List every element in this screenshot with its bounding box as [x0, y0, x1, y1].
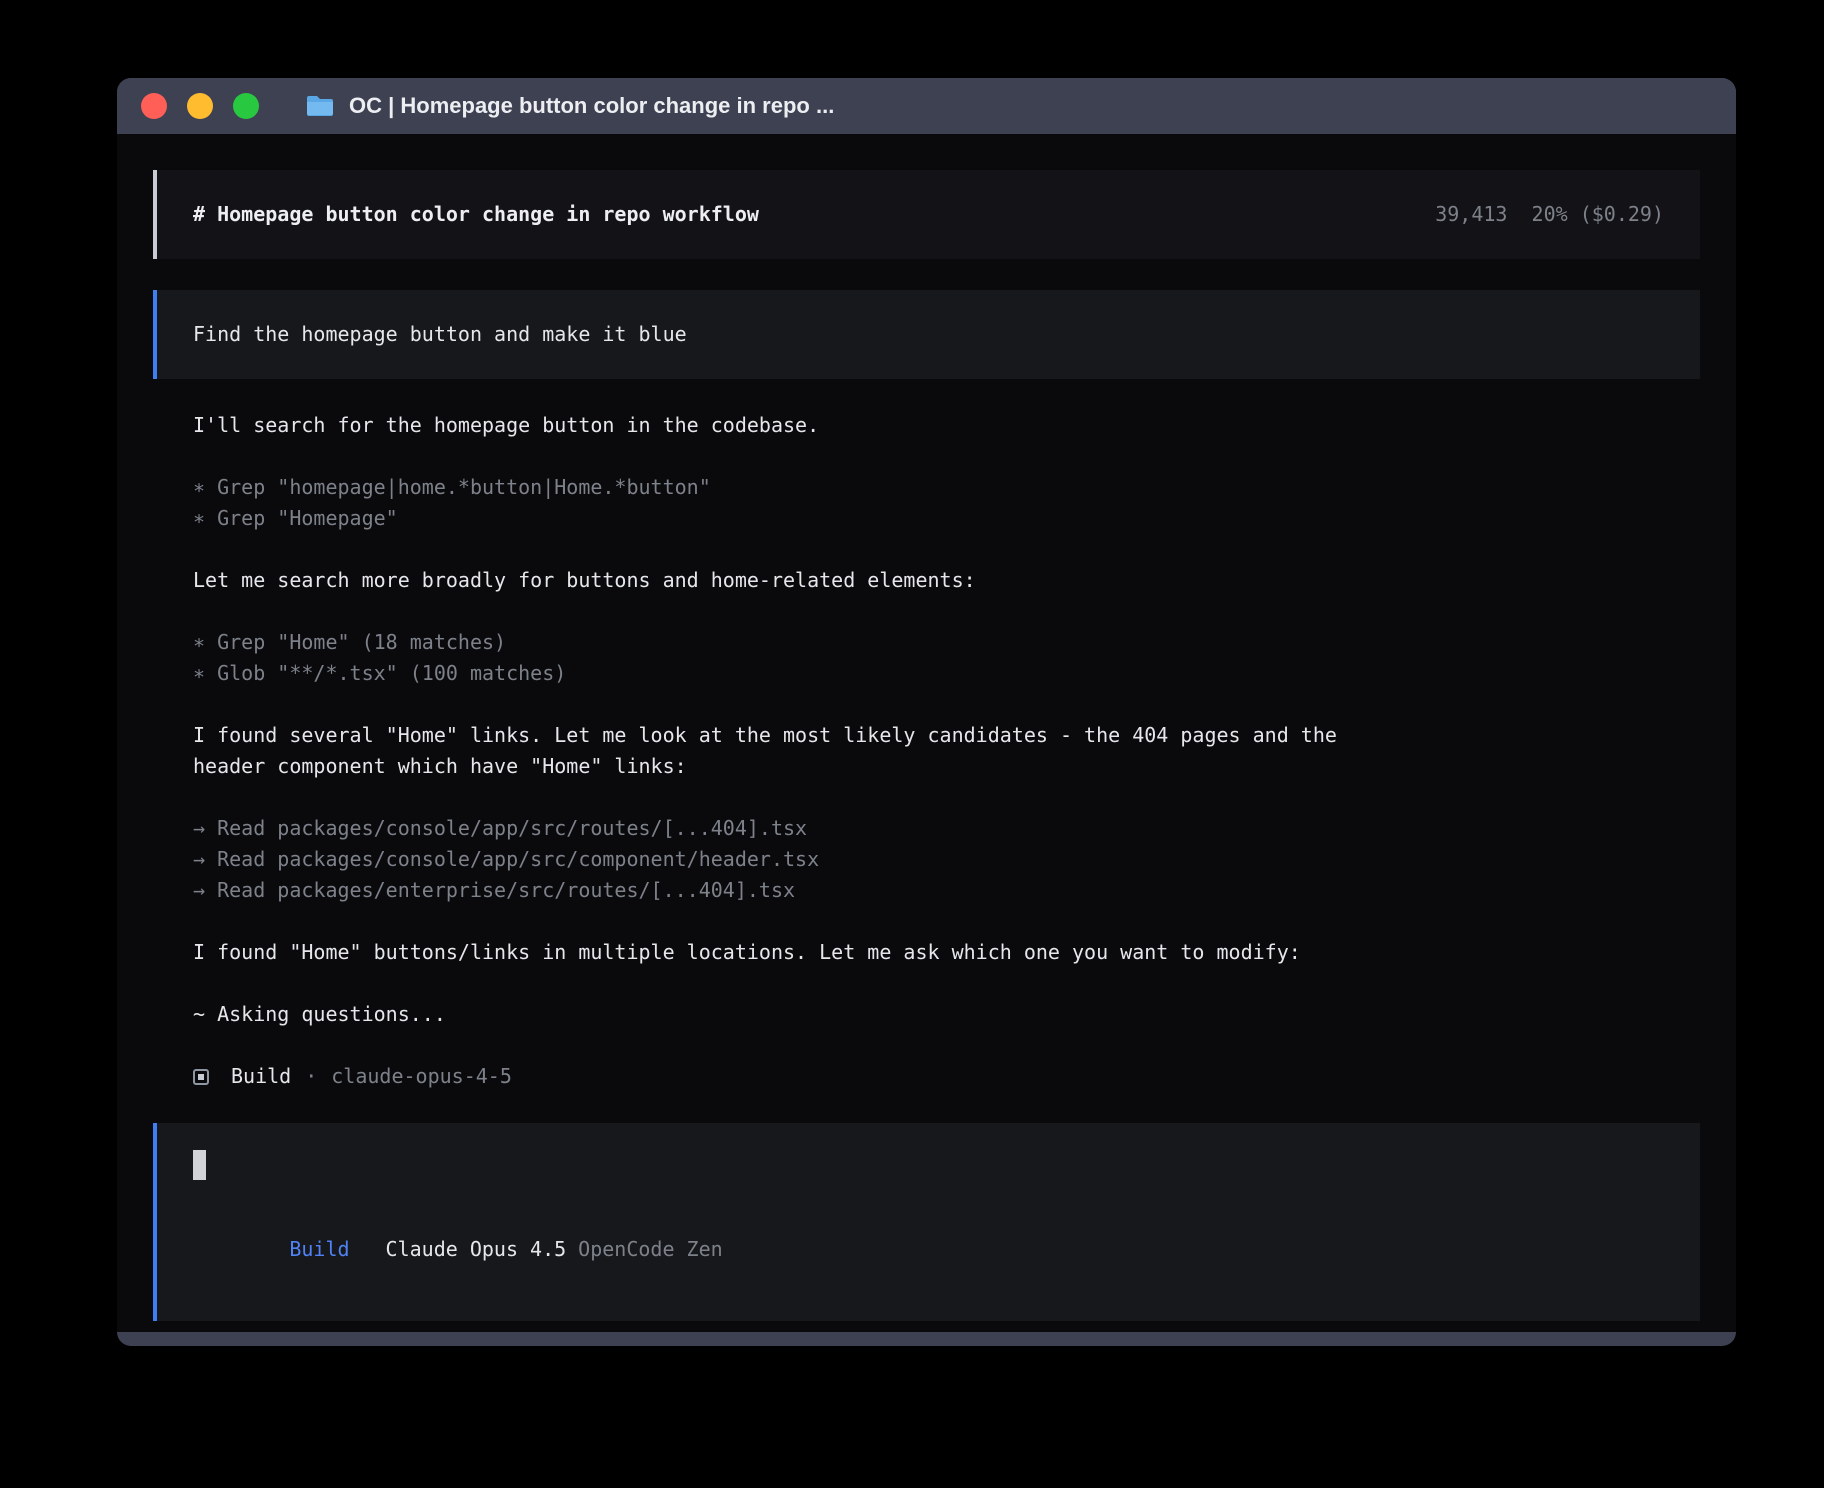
folder-icon [305, 94, 335, 118]
agent-mode-label: Build [289, 1237, 349, 1261]
session-stats: 39,413 20% ($0.29) [1435, 199, 1664, 230]
tool-call-line: ∗ Glob "**/*.tsx" (100 matches) [193, 658, 1700, 689]
provider-label: OpenCode Zen [578, 1237, 723, 1261]
tool-call-line: → Read packages/console/app/src/componen… [193, 844, 1700, 875]
session-header: # Homepage button color change in repo w… [153, 170, 1700, 259]
zoom-button[interactable] [233, 93, 259, 119]
key-hint: ctrl+t variants [1130, 1344, 1311, 1346]
minimize-button[interactable] [187, 93, 213, 119]
session-title: # Homepage button color change in repo w… [193, 199, 759, 230]
agent-icon [193, 1069, 209, 1085]
assistant-message: I'll search for the homepage button in t… [193, 410, 1409, 441]
prompt-input[interactable]: Build Claude Opus 4.5 OpenCode Zen [153, 1123, 1700, 1321]
status-bar: esc interrupt ctrl+t variantstab agentsc… [153, 1344, 1700, 1346]
agent-separator: · [305, 1061, 317, 1092]
tool-call-group: ∗ Grep "homepage|home.*button|Home.*butt… [193, 472, 1700, 534]
text-cursor [193, 1150, 206, 1180]
key-hint: esc interrupt [329, 1344, 486, 1346]
user-message: Find the homepage button and make it blu… [153, 290, 1700, 379]
model-row: Build Claude Opus 4.5 OpenCode Zen [193, 1203, 1664, 1296]
transcript: I'll search for the homepage button in t… [153, 410, 1700, 1123]
assistant-message: ~ Asking questions... [193, 999, 1409, 1030]
titlebar[interactable]: OC | Homepage button color change in rep… [117, 78, 1736, 134]
agent-status-row: Build · claude-opus-4-5 [193, 1061, 1700, 1092]
agent-name: Build [231, 1061, 291, 1092]
window-title: OC | Homepage button color change in rep… [349, 93, 834, 119]
tool-call-group: ∗ Grep "Home" (18 matches)∗ Glob "**/*.t… [193, 627, 1700, 689]
assistant-message: I found several "Home" links. Let me loo… [193, 720, 1409, 782]
model-name-label: Claude Opus 4.5 [386, 1237, 567, 1261]
tool-call-line: ∗ Grep "Home" (18 matches) [193, 627, 1700, 658]
user-message-text: Find the homepage button and make it blu… [193, 322, 687, 346]
tool-call-line: → Read packages/console/app/src/routes/[… [193, 813, 1700, 844]
tool-call-line: ∗ Grep "Homepage" [193, 503, 1700, 534]
footer-hints-left: esc interrupt [329, 1344, 486, 1346]
footer-hints-right: ctrl+t variants tab agents ctrl+p commands [1086, 1344, 1700, 1346]
tool-call-group: → Read packages/console/app/src/routes/[… [193, 813, 1700, 906]
agent-model: claude-opus-4-5 [331, 1061, 512, 1092]
tool-call-line: → Read packages/enterprise/src/routes/[.… [193, 875, 1700, 906]
assistant-message: I found "Home" buttons/links in multiple… [193, 937, 1409, 968]
terminal-content: # Homepage button color change in repo w… [117, 134, 1736, 1332]
terminal-window: OC | Homepage button color change in rep… [117, 78, 1736, 1346]
key-hint: ctrl+p commands [1519, 1344, 1700, 1346]
close-button[interactable] [141, 93, 167, 119]
key-hint: tab agents [1355, 1344, 1475, 1346]
tool-call-line: ∗ Grep "homepage|home.*button|Home.*butt… [193, 472, 1700, 503]
assistant-message: Let me search more broadly for buttons a… [193, 565, 1409, 596]
